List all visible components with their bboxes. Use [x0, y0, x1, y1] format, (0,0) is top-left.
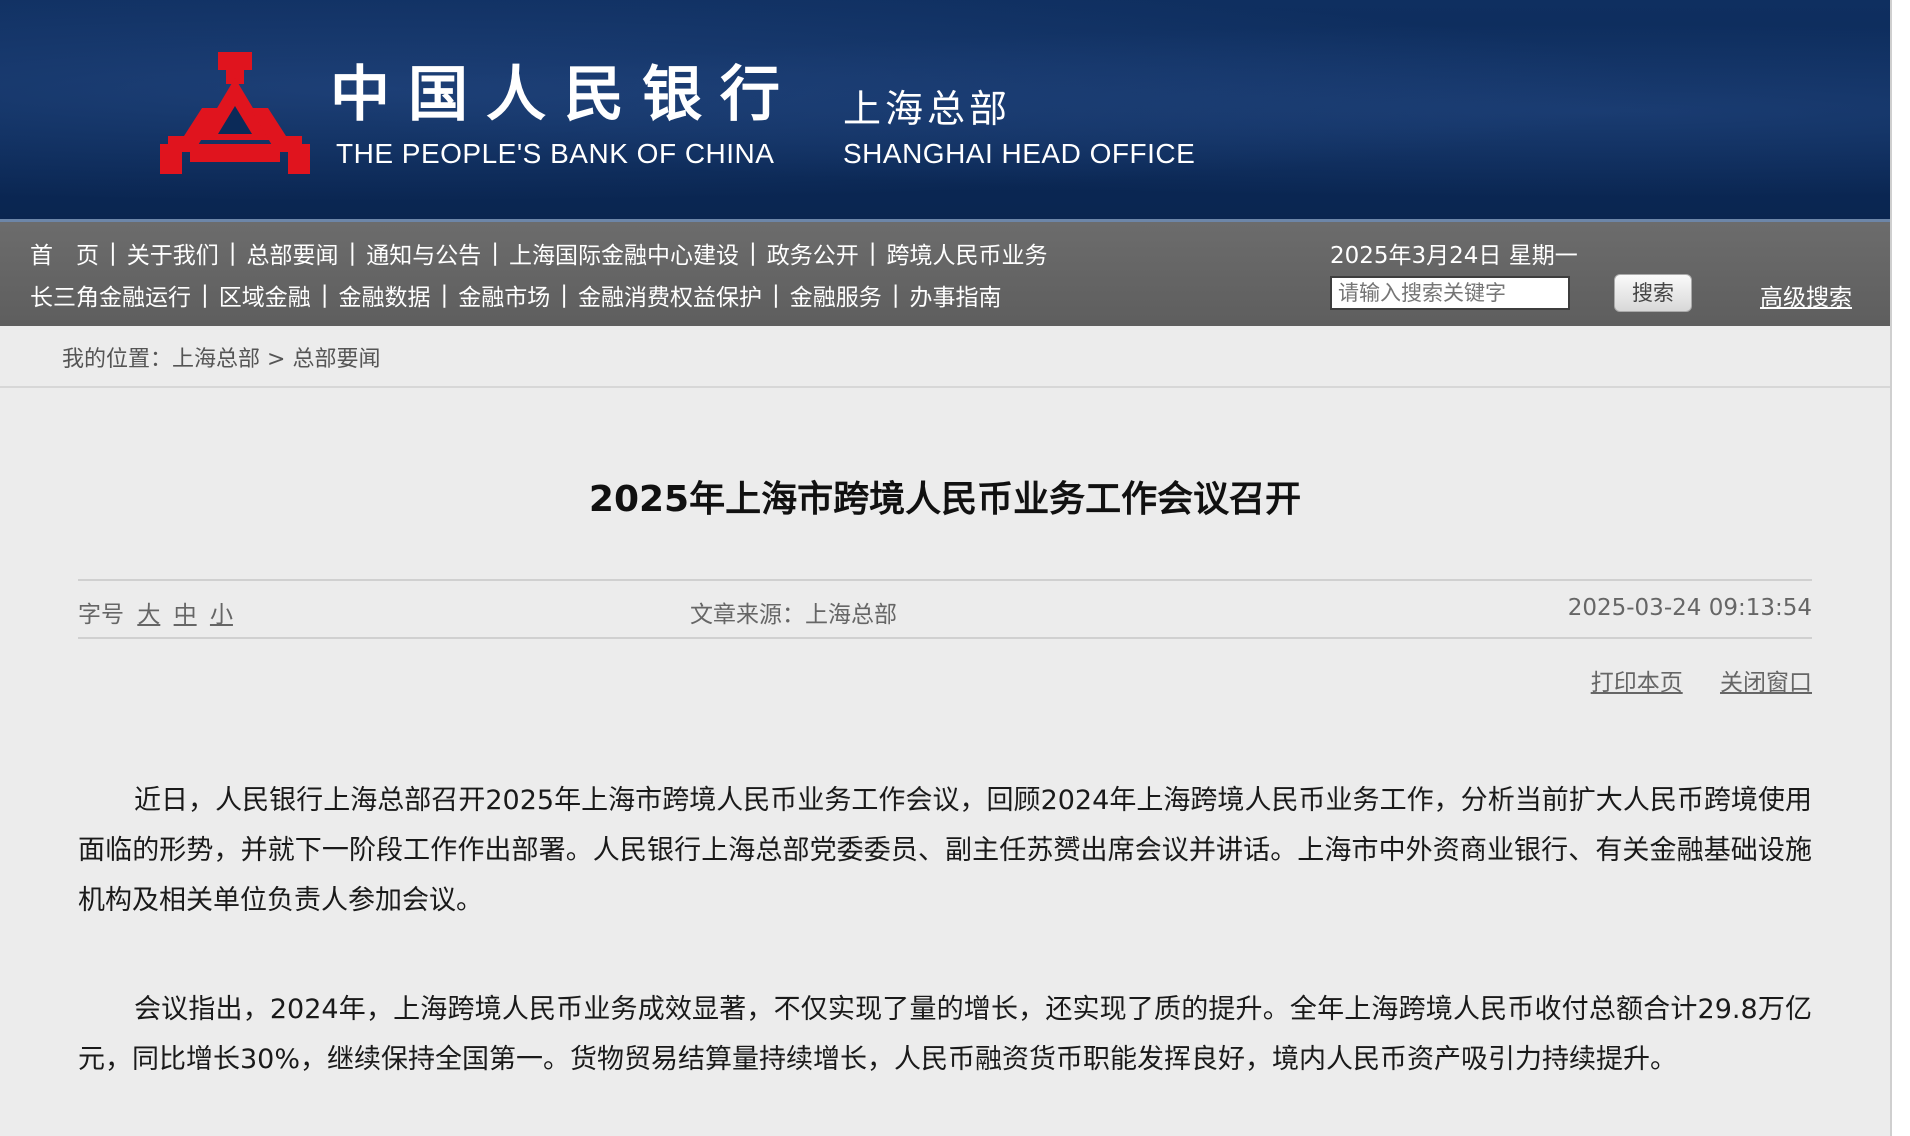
source-label: 文章来源：: [690, 602, 805, 628]
bank-name-en: THE PEOPLE'S BANK OF CHINA: [336, 138, 775, 169]
breadcrumb-link-shanghai-hq[interactable]: 上海总部: [172, 347, 260, 372]
nav-separator: |: [440, 282, 449, 308]
nav-bar: 首 页 | 关于我们 | 总部要闻 | 通知与公告 | 上海国际金融中心建设 |…: [0, 222, 1890, 326]
advanced-search-link[interactable]: 高级搜索: [1760, 278, 1852, 312]
breadcrumb-link-news[interactable]: 总部要闻: [292, 347, 380, 372]
close-window-link[interactable]: 关闭窗口: [1720, 670, 1812, 696]
nav-separator: |: [560, 282, 568, 308]
nav-row-secondary: 长三角金融运行 | 区域金融 | 金融数据 | 金融市场 | 金融消费权益保护 …: [30, 278, 1002, 312]
nav-row-primary: 首 页 | 关于我们 | 总部要闻 | 通知与公告 | 上海国际金融中心建设 |…: [30, 236, 1048, 270]
font-size-controls: 字号 大 中 小: [78, 595, 233, 629]
nav-separator: |: [749, 240, 757, 266]
header-banner: 中国人民银行 THE PEOPLE'S BANK OF CHINA 上海总部 S…: [0, 0, 1890, 222]
nav-separator: |: [109, 240, 117, 266]
nav-separator: |: [772, 282, 780, 308]
breadcrumb-separator: >: [260, 347, 293, 372]
article-meta-bar: 字号 大 中 小 文章来源：上海总部 2025-03-24 09:13:54: [78, 579, 1812, 639]
article-paragraph: 会议指出，2024年，上海跨境人民币业务成效显著，不仅实现了量的增长，还实现了质…: [78, 994, 1812, 1075]
nav-separator: |: [320, 282, 329, 308]
current-date: 2025年3月24日 星期一: [1330, 243, 1578, 269]
print-page-link[interactable]: 打印本页: [1591, 670, 1683, 696]
nav-item-home[interactable]: 首 页: [30, 236, 99, 270]
nav-separator: |: [228, 240, 237, 266]
nav-separator: |: [491, 240, 499, 266]
nav-item-financial-services[interactable]: 金融服务: [790, 278, 882, 312]
nav-item-financial-markets[interactable]: 金融市场: [458, 278, 550, 312]
nav-item-about[interactable]: 关于我们: [127, 236, 219, 270]
font-size-large-link[interactable]: 大: [137, 602, 160, 628]
nav-item-financial-center[interactable]: 上海国际金融中心建设: [509, 236, 739, 270]
nav-item-financial-data[interactable]: 金融数据: [339, 278, 431, 312]
nav-item-regional-finance[interactable]: 区域金融: [219, 278, 311, 312]
search-input[interactable]: [1330, 276, 1570, 310]
article-source: 文章来源：上海总部: [690, 595, 897, 629]
page: 中国人民银行 THE PEOPLE'S BANK OF CHINA 上海总部 S…: [0, 0, 1892, 1136]
breadcrumb-trail: 我的位置：上海总部 > 总部要闻: [62, 341, 380, 373]
nav-item-consumer-protection[interactable]: 金融消费权益保护: [578, 278, 762, 312]
nav-separator: |: [348, 240, 357, 266]
nav-separator: |: [868, 240, 877, 266]
search-button[interactable]: 搜索: [1614, 274, 1692, 312]
breadcrumb: 我的位置：上海总部 > 总部要闻: [0, 326, 1890, 388]
nav-separator: |: [201, 282, 209, 308]
office-name-en: SHANGHAI HEAD OFFICE: [843, 138, 1196, 169]
pboc-logo-icon[interactable]: [160, 48, 310, 178]
source-value: 上海总部: [805, 602, 897, 628]
nav-item-service-guide[interactable]: 办事指南: [910, 278, 1002, 312]
bank-name-cn: 中国人民银行: [330, 60, 798, 130]
article-tools: 打印本页 关闭窗口: [1561, 663, 1812, 697]
nav-item-news[interactable]: 总部要闻: [247, 236, 339, 270]
nav-item-notices[interactable]: 通知与公告: [366, 236, 481, 270]
font-size-medium-link[interactable]: 中: [174, 602, 197, 628]
nav-item-government-affairs[interactable]: 政务公开: [767, 236, 859, 270]
office-name-cn: 上海总部: [843, 87, 1012, 131]
font-size-label: 字号: [78, 602, 124, 628]
nav-separator: |: [891, 282, 900, 308]
publish-time: 2025-03-24 09:13:54: [1567, 595, 1812, 621]
breadcrumb-label: 我的位置：: [62, 347, 173, 372]
nav-item-yrd-finance[interactable]: 长三角金融运行: [30, 278, 191, 312]
nav-item-cross-border-rmb[interactable]: 跨境人民币业务: [887, 236, 1048, 270]
font-size-small-link[interactable]: 小: [210, 602, 233, 628]
article-title: 2025年上海市跨境人民币业务工作会议召开: [588, 479, 1302, 520]
article-paragraph: 近日，人民银行上海总部召开2025年上海市跨境人民币业务工作会议，回顾2024年…: [78, 785, 1812, 916]
